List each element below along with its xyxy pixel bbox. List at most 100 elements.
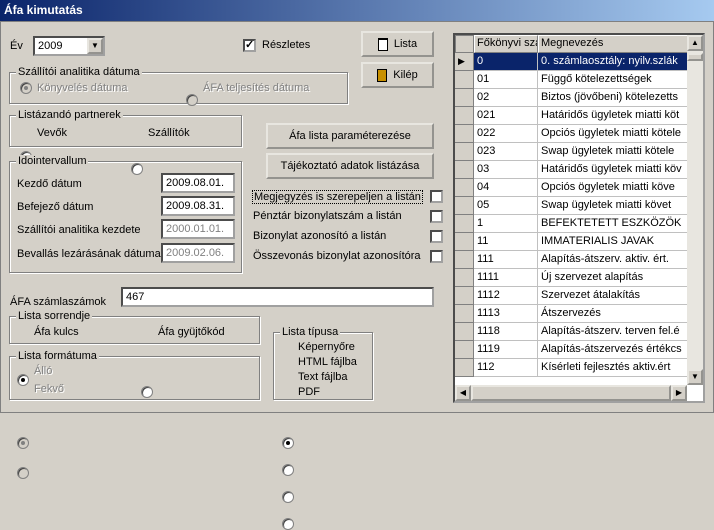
allo-radio[interactable] xyxy=(17,437,29,449)
scroll-right-icon[interactable]: ▶ xyxy=(671,385,687,401)
cell-megnevezes[interactable]: Opciós ügyletek miatti kötele xyxy=(538,125,688,143)
table-row[interactable]: ▶ 0 0. számlaosztály: nyilv.szlák xyxy=(455,53,703,71)
table-row[interactable]: 021 Határidős ügyletek miatti köt xyxy=(455,107,703,125)
table-row[interactable]: 1119 Alapítás-átszervezés értékcs xyxy=(455,341,703,359)
table-row[interactable]: 03 Határidős ügyletek miatti köv xyxy=(455,161,703,179)
cell-megnevezes[interactable]: Biztos (jövőbeni) kötelezetts xyxy=(538,89,688,107)
table-row[interactable]: 022 Opciós ügyletek miatti kötele xyxy=(455,125,703,143)
kepernyore-radio[interactable] xyxy=(282,437,294,449)
cell-megnevezes[interactable]: 0. számlaosztály: nyilv.szlák xyxy=(538,53,688,71)
cell-fokonyvi-szam[interactable]: 1111 xyxy=(474,269,538,287)
cell-fokonyvi-szam[interactable]: 04 xyxy=(474,179,538,197)
table-row[interactable]: 111 Alapítás-átszerv. aktiv. ért. xyxy=(455,251,703,269)
cell-fokonyvi-szam[interactable]: 1 xyxy=(474,215,538,233)
befejezo-datum-field[interactable]: 2009.08.31. xyxy=(161,196,235,216)
reszletes-checkbox[interactable]: ✓ xyxy=(243,39,256,52)
cell-fokonyvi-szam[interactable]: 01 xyxy=(474,71,538,89)
year-select[interactable]: 2009 ▼ xyxy=(33,36,105,56)
header-megnevezes[interactable]: Megnevezés xyxy=(538,35,688,53)
row-indicator xyxy=(455,251,474,269)
table-row[interactable]: 1112 Szervezet átalakítás xyxy=(455,287,703,305)
table-row[interactable]: 1118 Alapítás-átszerv. terven fel.é xyxy=(455,323,703,341)
tajekoztato-button-label: Tájékoztató adatok listázása xyxy=(280,160,420,172)
cell-megnevezes[interactable]: Szervezet átalakítás xyxy=(538,287,688,305)
table-row[interactable]: 04 Opciós ögyletek miatti köve xyxy=(455,179,703,197)
cell-megnevezes[interactable]: Alapítás-átszerv. aktiv. ért. xyxy=(538,251,688,269)
exit-door-icon xyxy=(377,68,388,82)
megjegyzes-checkbox[interactable] xyxy=(430,190,443,203)
row-indicator xyxy=(455,287,474,305)
table-row[interactable]: 1113 Átszervezés xyxy=(455,305,703,323)
table-row[interactable]: 11 IMMATERIALIS JAVAK xyxy=(455,233,703,251)
kilep-button[interactable]: Kilép xyxy=(361,62,434,88)
cell-fokonyvi-szam[interactable]: 111 xyxy=(474,251,538,269)
megjegyzes-label: Megjegyzés is szerepeljen a listán xyxy=(252,190,423,204)
konyveles-datuma-radio[interactable] xyxy=(20,82,32,94)
afa-teljesites-radio[interactable] xyxy=(186,94,198,106)
scroll-up-icon[interactable]: ▲ xyxy=(687,35,703,51)
osszevonas-checkbox[interactable] xyxy=(430,250,443,263)
cell-megnevezes[interactable]: Kísérleti fejlesztés aktiv.ért xyxy=(538,359,688,377)
cell-fokonyvi-szam[interactable]: 05 xyxy=(474,197,538,215)
text-fajlba-radio[interactable] xyxy=(282,491,294,503)
cell-megnevezes[interactable]: Új szervezet alapítás xyxy=(538,269,688,287)
table-row[interactable]: 1111 Új szervezet alapítás xyxy=(455,269,703,287)
scroll-thumb[interactable] xyxy=(687,53,703,61)
cell-megnevezes[interactable]: Függő kötelezettségek xyxy=(538,71,688,89)
hscroll-thumb[interactable] xyxy=(471,385,671,401)
table-row[interactable]: 023 Swap ügyletek miatti kötele xyxy=(455,143,703,161)
row-indicator: ▶ xyxy=(455,53,474,71)
cell-fokonyvi-szam[interactable]: 11 xyxy=(474,233,538,251)
penztar-checkbox[interactable] xyxy=(430,210,443,223)
cell-fokonyvi-szam[interactable]: 03 xyxy=(474,161,538,179)
html-fajlba-label: HTML fájlba xyxy=(298,356,357,368)
cell-fokonyvi-szam[interactable]: 1118 xyxy=(474,323,538,341)
bizonylat-azonosito-checkbox[interactable] xyxy=(430,230,443,243)
table-row[interactable]: 112 Kísérleti fejlesztés aktiv.ért xyxy=(455,359,703,377)
befejezo-datum-label: Befejező dátum xyxy=(17,201,94,213)
cell-megnevezes[interactable]: Alapítás-átszerv. terven fel.é xyxy=(538,323,688,341)
cell-fokonyvi-szam[interactable]: 1112 xyxy=(474,287,538,305)
cell-fokonyvi-szam[interactable]: 1113 xyxy=(474,305,538,323)
table-row[interactable]: 02 Biztos (jövőbeni) kötelezetts xyxy=(455,89,703,107)
cell-megnevezes[interactable]: Opciós ögyletek miatti köve xyxy=(538,179,688,197)
cell-fokonyvi-szam[interactable]: 022 xyxy=(474,125,538,143)
header-fokonyvi-szam[interactable]: Főkönyvi szám xyxy=(474,35,538,53)
fekvo-radio[interactable] xyxy=(17,467,29,479)
cell-fokonyvi-szam[interactable]: 023 xyxy=(474,143,538,161)
afa-szamlaszamok-field[interactable]: 467 xyxy=(121,287,434,307)
kepernyore-label: Képernyőre xyxy=(298,341,355,353)
cell-fokonyvi-szam[interactable]: 021 xyxy=(474,107,538,125)
cell-megnevezes[interactable]: BEFEKTETETT ESZKÖZÖK xyxy=(538,215,688,233)
horizontal-scrollbar[interactable]: ◀ ▶ xyxy=(455,385,687,401)
chevron-down-icon[interactable]: ▼ xyxy=(87,38,103,54)
param-button[interactable]: Áfa lista paraméterezése xyxy=(266,123,434,149)
bevallas-lezaras-field[interactable]: 2009.02.06. xyxy=(161,243,235,263)
scroll-left-icon[interactable]: ◀ xyxy=(455,385,471,401)
cell-fokonyvi-szam[interactable]: 0 xyxy=(474,53,538,71)
row-indicator xyxy=(455,71,474,89)
tajekoztato-button[interactable]: Tájékoztató adatok listázása xyxy=(266,153,434,179)
kezdo-datum-field[interactable]: 2009.08.01. xyxy=(161,173,235,193)
html-fajlba-radio[interactable] xyxy=(282,464,294,476)
table-row[interactable]: 1 BEFEKTETETT ESZKÖZÖK xyxy=(455,215,703,233)
bevallas-lezaras-label: Bevallás lezárásának dátuma xyxy=(17,248,161,260)
scroll-down-icon[interactable]: ▼ xyxy=(687,369,703,385)
fokonyv-grid[interactable]: Főkönyvi szám Megnevezés ▶00. számlaoszt… xyxy=(453,33,705,403)
table-row[interactable]: 05 Swap ügyletek miatti követ xyxy=(455,197,703,215)
lista-button[interactable]: Lista xyxy=(361,31,434,57)
vertical-scrollbar[interactable]: ▲ ▼ xyxy=(687,35,703,385)
cell-megnevezes[interactable]: Swap ügyletek miatti követ xyxy=(538,197,688,215)
cell-megnevezes[interactable]: IMMATERIALIS JAVAK xyxy=(538,233,688,251)
cell-megnevezes[interactable]: Átszervezés xyxy=(538,305,688,323)
cell-megnevezes[interactable]: Határidős ügyletek miatti köt xyxy=(538,107,688,125)
table-row[interactable]: 01 Függő kötelezettségek xyxy=(455,71,703,89)
cell-fokonyvi-szam[interactable]: 02 xyxy=(474,89,538,107)
pdf-radio[interactable] xyxy=(282,518,294,530)
analitika-kezdete-field[interactable]: 2000.01.01. xyxy=(161,219,235,239)
cell-fokonyvi-szam[interactable]: 112 xyxy=(474,359,538,377)
cell-megnevezes[interactable]: Alapítás-átszervezés értékcs xyxy=(538,341,688,359)
cell-fokonyvi-szam[interactable]: 1119 xyxy=(474,341,538,359)
cell-megnevezes[interactable]: Határidős ügyletek miatti köv xyxy=(538,161,688,179)
cell-megnevezes[interactable]: Swap ügyletek miatti kötele xyxy=(538,143,688,161)
